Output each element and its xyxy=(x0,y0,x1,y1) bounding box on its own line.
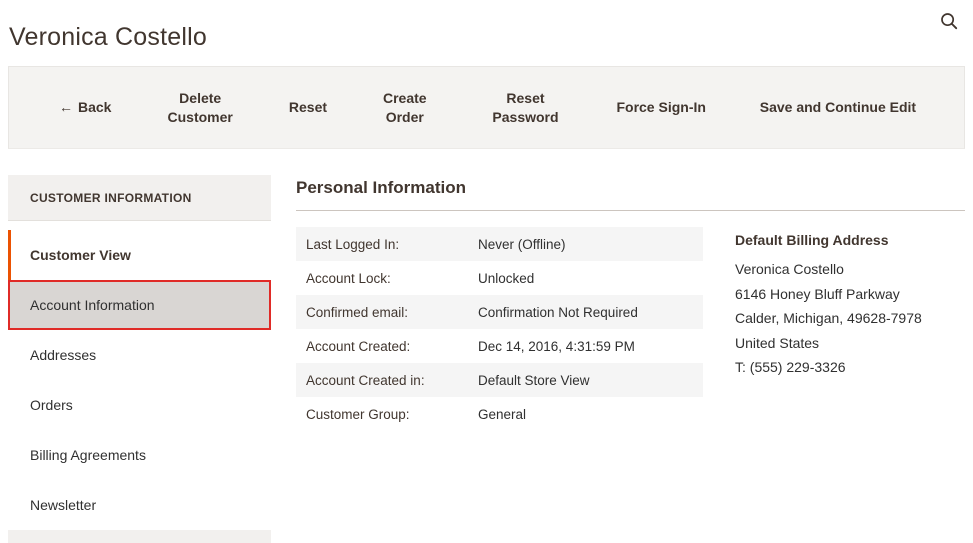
page-actions-toolbar: ← Back Delete Customer Reset Create Order… xyxy=(8,66,965,149)
force-sign-in-button[interactable]: Force Sign-In xyxy=(614,98,708,117)
sidebar-item-orders[interactable]: Orders xyxy=(8,380,271,430)
personal-information-section: Personal Information Last Logged In: Nev… xyxy=(296,175,965,431)
sidebar-item-account-information[interactable]: Account Information xyxy=(8,280,271,330)
row-label: Account Created: xyxy=(306,338,411,354)
default-billing-address: Default Billing Address Veronica Costell… xyxy=(735,232,970,380)
sidebar-item-label: Customer View xyxy=(30,247,131,263)
table-row: Customer Group: General xyxy=(296,397,703,431)
table-row: Last Logged In: Never (Offline) xyxy=(296,227,703,261)
billing-address-line: Calder, Michigan, 49628-7978 xyxy=(735,310,922,326)
search-button[interactable] xyxy=(934,6,964,36)
row-value: Default Store View xyxy=(478,372,590,388)
sidebar-item-label: Account Information xyxy=(30,297,155,313)
back-button-label: Back xyxy=(78,99,112,115)
row-label: Last Logged In: xyxy=(306,236,400,252)
save-and-continue-edit-button[interactable]: Save and Continue Edit xyxy=(754,98,922,117)
billing-address-title: Default Billing Address xyxy=(735,232,889,248)
table-row: Account Lock: Unlocked xyxy=(296,261,703,295)
sidebar-header: CUSTOMER INFORMATION xyxy=(8,175,271,221)
row-value: General xyxy=(478,406,527,422)
row-value: Confirmation Not Required xyxy=(478,304,638,320)
back-arrow-icon: ← xyxy=(59,99,73,115)
billing-address-line: United States xyxy=(735,334,820,351)
reset-button[interactable]: Reset xyxy=(289,98,327,117)
personal-information-table: Last Logged In: Never (Offline) Account … xyxy=(296,227,703,431)
customer-information-sidebar: CUSTOMER INFORMATION Customer View Accou… xyxy=(8,175,271,543)
sidebar-item-label: Newsletter xyxy=(30,497,97,513)
table-row: Account Created in: Default Store View xyxy=(296,363,703,397)
billing-address-line: Veronica Costello xyxy=(735,261,844,277)
row-label: Account Created in: xyxy=(306,372,425,388)
section-title: Personal Information xyxy=(296,178,467,197)
table-row: Confirmed email: Confirmation Not Requir… xyxy=(296,295,703,329)
sidebar-item-label: Addresses xyxy=(30,347,97,363)
sidebar-item-newsletter[interactable]: Newsletter xyxy=(8,480,271,530)
row-value: Dec 14, 2016, 4:31:59 PM xyxy=(478,338,635,354)
delete-customer-button[interactable]: Delete Customer xyxy=(157,89,243,127)
reset-password-button[interactable]: Reset Password xyxy=(482,89,568,127)
table-row: Account Created: Dec 14, 2016, 4:31:59 P… xyxy=(296,329,703,363)
billing-address-line: 6146 Honey Bluff Parkway xyxy=(735,285,900,302)
sidebar-nav: Customer View Account Information Addres… xyxy=(8,230,271,530)
sidebar-footer-strip xyxy=(8,530,271,543)
row-value: Never (Offline) xyxy=(478,236,566,252)
sidebar-item-label: Orders xyxy=(30,397,73,413)
sidebar-item-addresses[interactable]: Addresses xyxy=(8,330,271,380)
sidebar-item-customer-view[interactable]: Customer View xyxy=(8,230,271,280)
sidebar-item-label: Billing Agreements xyxy=(30,447,146,463)
row-label: Customer Group: xyxy=(306,406,410,422)
page-title: Veronica Costello xyxy=(9,22,207,51)
row-value: Unlocked xyxy=(478,270,535,286)
search-icon xyxy=(939,11,959,31)
billing-address-line: T: (555) 229-3326 xyxy=(735,359,846,375)
row-label: Confirmed email: xyxy=(306,304,409,320)
row-label: Account Lock: xyxy=(306,270,391,286)
back-button[interactable]: ← Back xyxy=(59,98,111,117)
section-divider xyxy=(296,210,965,211)
sidebar-item-billing-agreements[interactable]: Billing Agreements xyxy=(8,430,271,480)
create-order-button[interactable]: Create Order xyxy=(373,89,437,127)
